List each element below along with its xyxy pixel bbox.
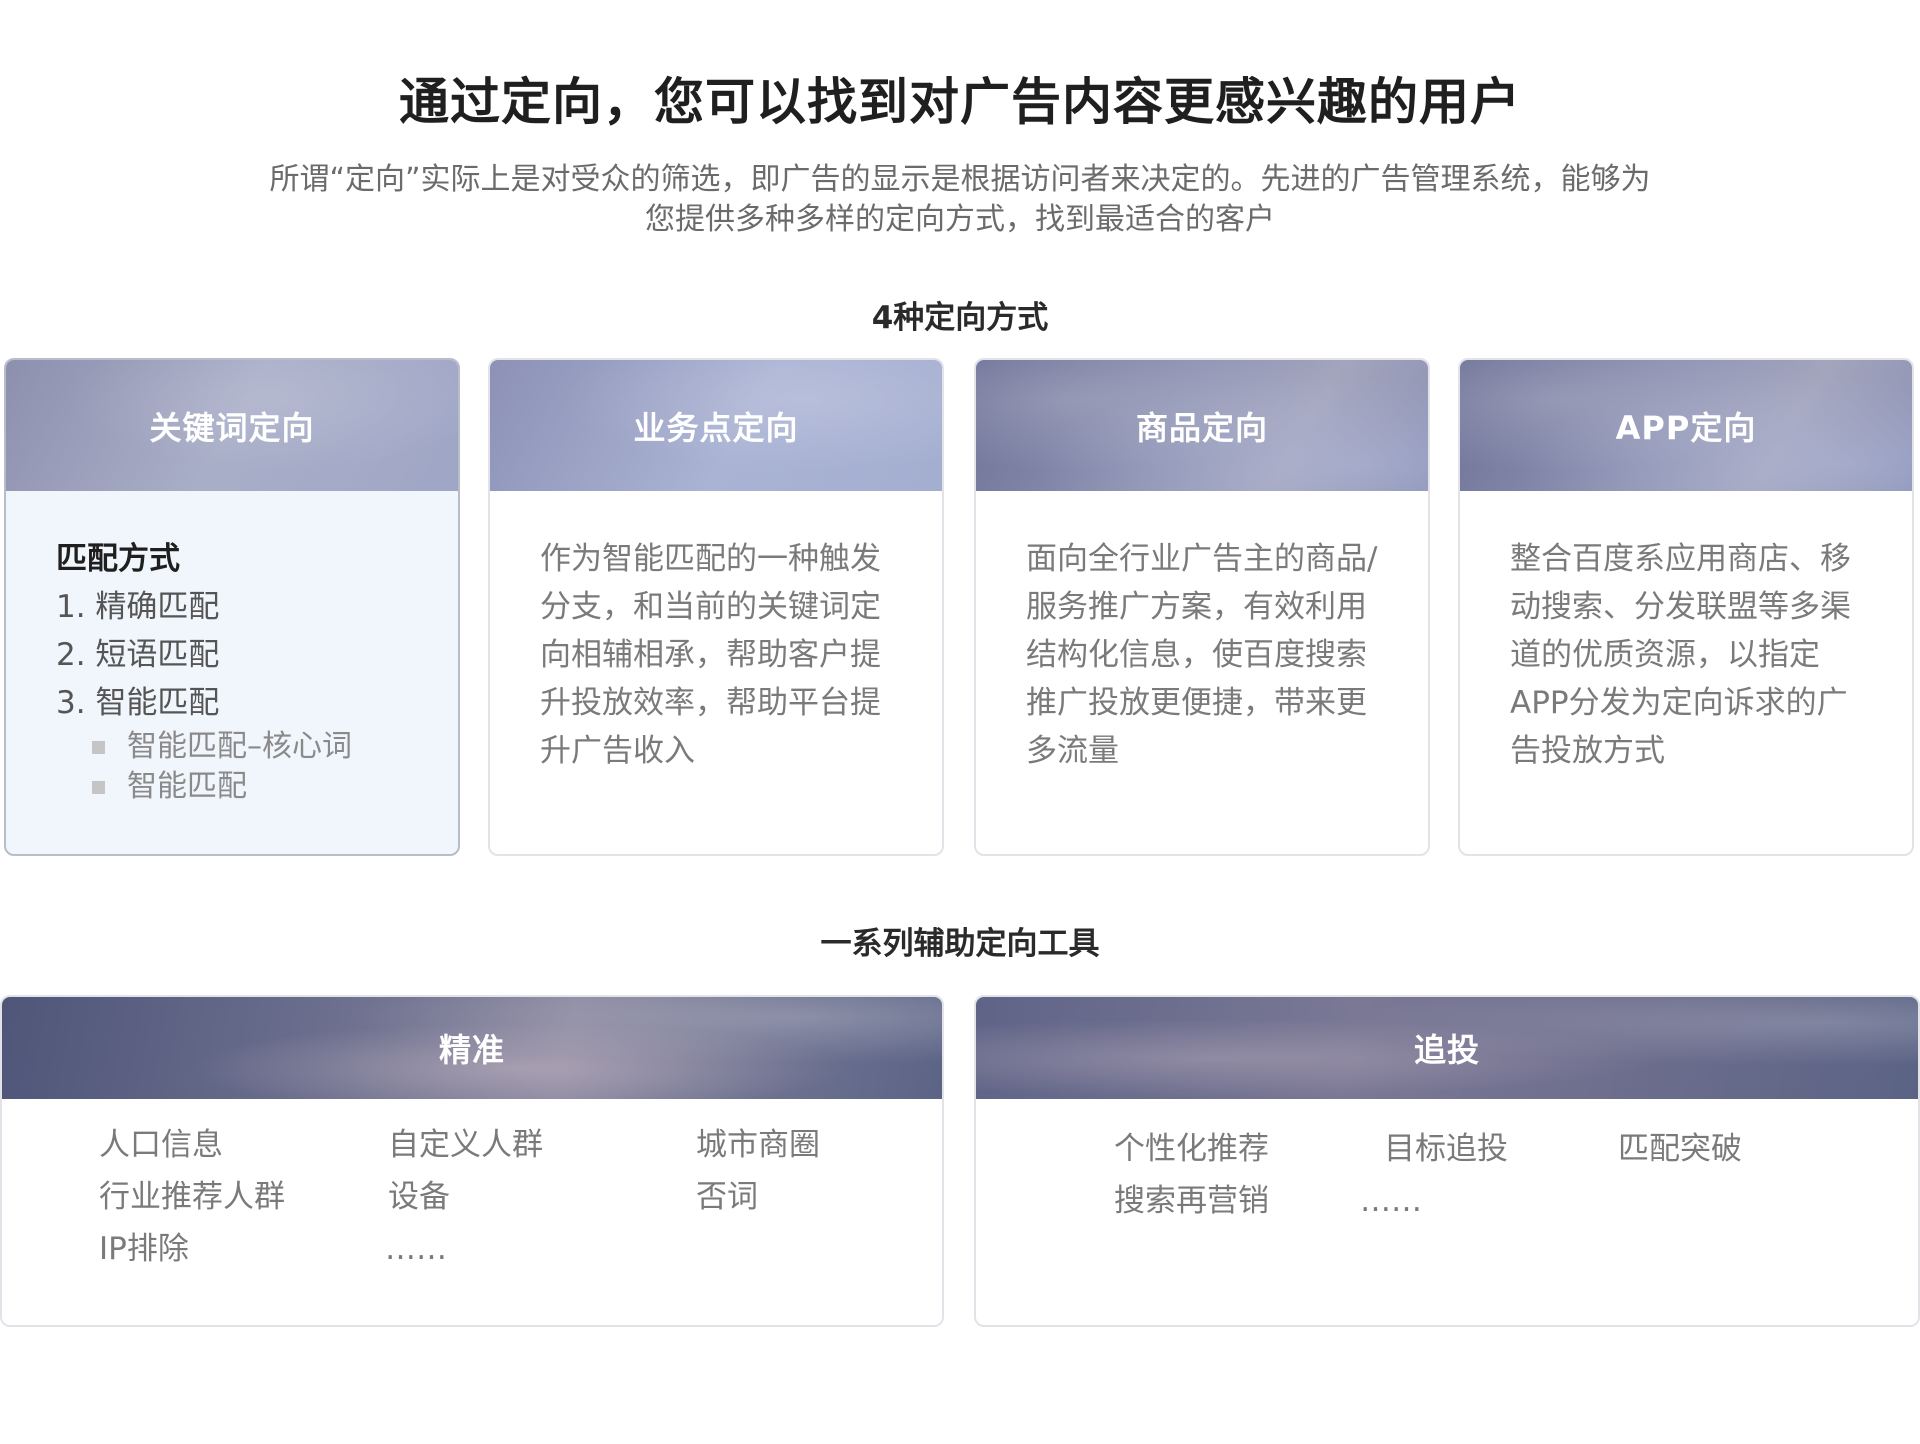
- card-desc-line: 面向全行业广告主的商品/: [1026, 541, 1378, 577]
- sub-match-item: 智能匹配: [56, 767, 408, 807]
- sub-match-label: 智能匹配: [127, 769, 247, 804]
- sub-match-label: 智能匹配–核心词: [127, 729, 352, 764]
- card-desc-line: 向相辅相承，帮助客户提: [540, 637, 881, 673]
- card-header: 业务点定向: [490, 360, 942, 491]
- page-title: 通过定向，您可以找到对广告内容更感兴趣的用户: [399, 73, 1521, 131]
- card-desc-line: 告投放方式: [1510, 733, 1665, 769]
- card-header: 关键词定向: [6, 360, 458, 491]
- card-desc-line: 作为智能匹配的一种触发: [540, 541, 881, 577]
- card-desc-line: 升广告收入: [540, 733, 695, 769]
- card-body: 匹配方式 1. 精确匹配 2. 短语匹配 3. 智能匹配 智能匹配–核心词 智能…: [6, 491, 458, 807]
- card-product-targeting[interactable]: 商品定向 面向全行业广告主的商品/ 服务推广方案，有效利用 结构化信息，使百度搜…: [974, 358, 1430, 856]
- tool-item[interactable]: 自定义人群: [388, 1125, 543, 1165]
- card-header: APP定向: [1460, 360, 1912, 491]
- tool-item[interactable]: 设备: [388, 1177, 450, 1217]
- tool-item[interactable]: 否词: [696, 1177, 758, 1217]
- card-desc-line: 分支，和当前的关键词定: [540, 589, 881, 625]
- card-desc-line: 升投放效率，帮助平台提: [540, 685, 881, 721]
- intro-line: 您提供多种多样的定向方式，找到最适合的客户: [645, 202, 1275, 237]
- square-bullet-icon: [92, 740, 105, 754]
- panel-header: 追投: [976, 997, 1918, 1099]
- card-desc-line: 服务推广方案，有效利用: [1026, 589, 1367, 625]
- tool-item[interactable]: 个性化推荐: [1114, 1129, 1269, 1169]
- intro-text: 所谓“定向”实际上是对受众的筛选，即广告的显示是根据访问者来决定的。先进的广告管…: [200, 160, 1720, 240]
- tool-item[interactable]: 人口信息: [99, 1125, 223, 1165]
- intro-line: 所谓“定向”实际上是对受众的筛选，即广告的显示是根据访问者来决定的。先进的广告管…: [269, 162, 1651, 197]
- card-app-targeting[interactable]: APP定向 整合百度系应用商店、移 动搜索、分发联盟等多渠 道的优质资源，以指定…: [1458, 358, 1914, 856]
- match-item: 3. 智能匹配: [56, 685, 220, 721]
- panel-precise-tools: 精准 人口信息 自定义人群 城市商圈 行业推荐人群 设备 否词 IP排除 ……: [0, 995, 944, 1327]
- panel-header: 精准: [2, 997, 942, 1099]
- card-header: 商品定向: [976, 360, 1428, 491]
- card-body: 面向全行业广告主的商品/ 服务推广方案，有效利用 结构化信息，使百度搜索 推广投…: [976, 491, 1428, 775]
- tool-item[interactable]: 目标追投: [1384, 1129, 1508, 1169]
- match-item: 2. 短语匹配: [56, 637, 220, 673]
- card-desc-line: 多流量: [1026, 733, 1119, 769]
- card-desc-line: APP分发为定向诉求的广: [1510, 685, 1848, 721]
- card-keyword-targeting[interactable]: 关键词定向 匹配方式 1. 精确匹配 2. 短语匹配 3. 智能匹配 智能匹配–…: [4, 358, 460, 856]
- card-desc-line: 动搜索、分发联盟等多渠: [1510, 589, 1851, 625]
- card-body: 作为智能匹配的一种触发 分支，和当前的关键词定 向相辅相承，帮助客户提 升投放效…: [490, 491, 942, 775]
- section-title-tools: 一系列辅助定向工具: [820, 926, 1100, 962]
- tool-item-more: ……: [385, 1231, 447, 1267]
- match-item: 1. 精确匹配: [56, 589, 220, 625]
- panel-retarget-tools: 追投 个性化推荐 目标追投 匹配突破 搜索再营销 ……: [974, 995, 1920, 1327]
- card-desc-line: 道的优质资源，以指定: [1510, 637, 1820, 673]
- tool-item-more: ……: [1360, 1183, 1422, 1219]
- card-desc-line: 结构化信息，使百度搜索: [1026, 637, 1367, 673]
- tool-item[interactable]: 搜索再营销: [1114, 1181, 1269, 1221]
- match-method-title: 匹配方式: [56, 541, 180, 577]
- card-business-point-targeting[interactable]: 业务点定向 作为智能匹配的一种触发 分支，和当前的关键词定 向相辅相承，帮助客户…: [488, 358, 944, 856]
- square-bullet-icon: [92, 780, 105, 794]
- tool-item[interactable]: 行业推荐人群: [99, 1177, 285, 1217]
- tool-item[interactable]: IP排除: [99, 1229, 189, 1269]
- tool-item[interactable]: 城市商圈: [696, 1125, 820, 1165]
- card-body: 整合百度系应用商店、移 动搜索、分发联盟等多渠 道的优质资源，以指定 APP分发…: [1460, 491, 1912, 775]
- tool-item[interactable]: 匹配突破: [1618, 1129, 1742, 1169]
- section-title-modes: 4种定向方式: [871, 300, 1049, 336]
- card-desc-line: 整合百度系应用商店、移: [1510, 541, 1851, 577]
- card-desc-line: 推广投放更便捷，带来更: [1026, 685, 1367, 721]
- sub-match-item: 智能匹配–核心词: [56, 727, 408, 767]
